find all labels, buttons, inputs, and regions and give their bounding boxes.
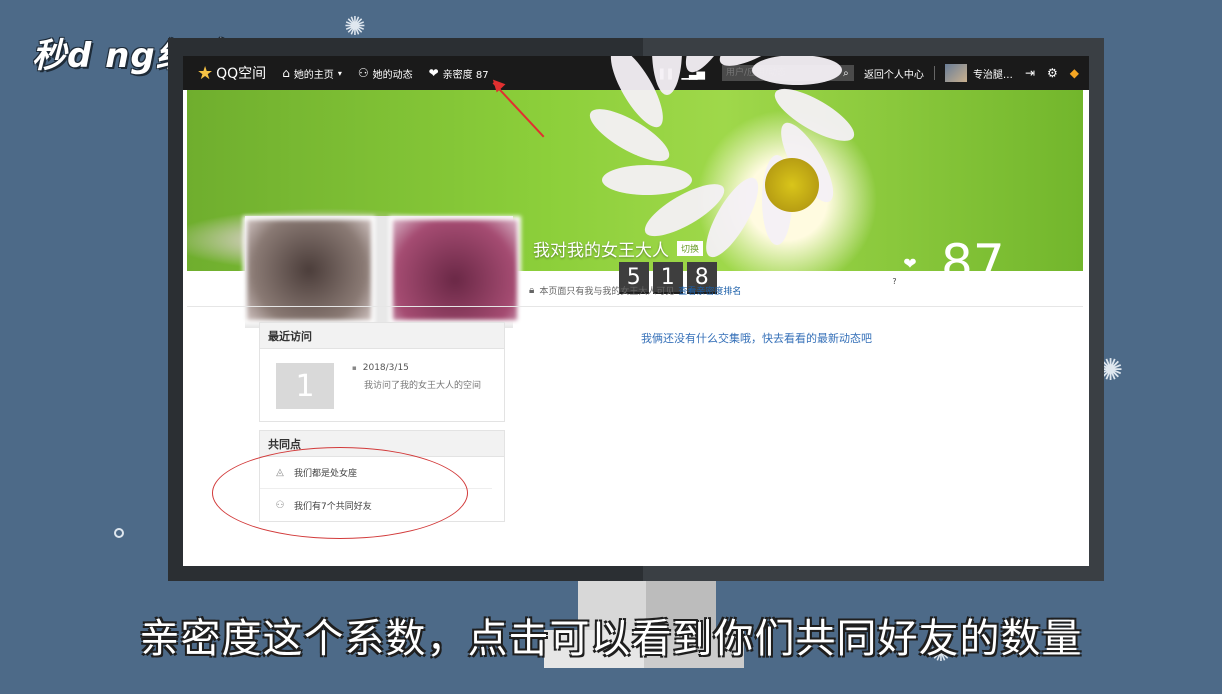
relationship-title-row: 我对我的女王大人 切换	[533, 236, 704, 261]
nav-divider	[933, 66, 935, 80]
privacy-notice: 🔒︎ 本页面只有我与我的女王大人可见 查看亲密度排名	[529, 284, 741, 297]
heart-icon: ❤	[903, 254, 917, 273]
nav-her-feed[interactable]: ⚇ 她的动态	[358, 66, 413, 81]
nav-her-homepage[interactable]: ⌂ 她的主页 ▾	[282, 66, 342, 81]
avatar[interactable]	[944, 64, 967, 82]
heart-icon: ❤	[428, 66, 439, 80]
nav-item-label: 她的动态	[372, 69, 413, 81]
help-icon[interactable]: ?	[889, 276, 900, 287]
annotation-ellipse	[212, 447, 468, 539]
star-icon: ★	[197, 62, 214, 84]
decorative-ring-icon	[114, 528, 124, 538]
visit-date: 2018/3/15	[352, 363, 409, 373]
loading-spinner-icon: ✺	[344, 12, 366, 42]
diamond-icon[interactable]: ◆	[1070, 66, 1079, 80]
intimacy-value: 87	[941, 234, 1005, 292]
switch-button[interactable]: 切换	[677, 241, 704, 256]
logout-icon[interactable]: ⇥	[1025, 66, 1035, 80]
panel-title: 最近访问	[260, 323, 504, 349]
recent-visits-panel: 最近访问 1 2018/3/15 我访问了我的女王大人的空间	[259, 322, 505, 422]
nav-intimacy[interactable]: ❤ 亲密度 87	[429, 66, 489, 81]
calendar-icon: 1	[276, 363, 334, 409]
avatar[interactable]	[243, 216, 375, 324]
nav-item-label: 她的主页	[293, 69, 334, 81]
lock-icon: 🔒︎	[529, 285, 535, 296]
home-icon: ⌂	[282, 66, 290, 80]
gear-icon[interactable]: ⚙	[1047, 66, 1058, 80]
intimacy-score[interactable]: ❤ ? 亲密度 87	[889, 238, 1005, 288]
username[interactable]: 专治腿…	[973, 66, 1013, 81]
privacy-text: 本页面只有我与我的女王大人可见	[539, 287, 675, 297]
page-title: 我对我的女王大人	[533, 241, 669, 261]
visit-description: 我访问了我的女王大人的空间	[364, 381, 482, 391]
return-personal-center-link[interactable]: 返回个人中心	[864, 66, 924, 81]
intimacy-label: 亲密度	[904, 278, 932, 288]
daisy-image	[583, 56, 877, 264]
video-caption: 亲密度这个系数，点击可以看到你们共同好友的数量	[139, 616, 1083, 662]
qzone-logo[interactable]: ★ QQ空间	[197, 63, 266, 84]
divider	[187, 306, 1083, 307]
empty-feed-message[interactable]: 我俩还没有什么交集哦，快去看看的最新动态吧	[641, 330, 872, 346]
intimacy-ranking-link[interactable]: 查看亲密度排名	[678, 284, 741, 297]
list-item[interactable]: 1 2018/3/15 我访问了我的女王大人的空间	[260, 349, 504, 421]
people-icon: ⚇	[357, 66, 369, 80]
avatar[interactable]	[389, 216, 521, 324]
chevron-down-icon: ▾	[337, 68, 342, 78]
logo-text: QQ空间	[216, 66, 267, 82]
nav-item-label: 亲密度 87	[442, 69, 489, 81]
